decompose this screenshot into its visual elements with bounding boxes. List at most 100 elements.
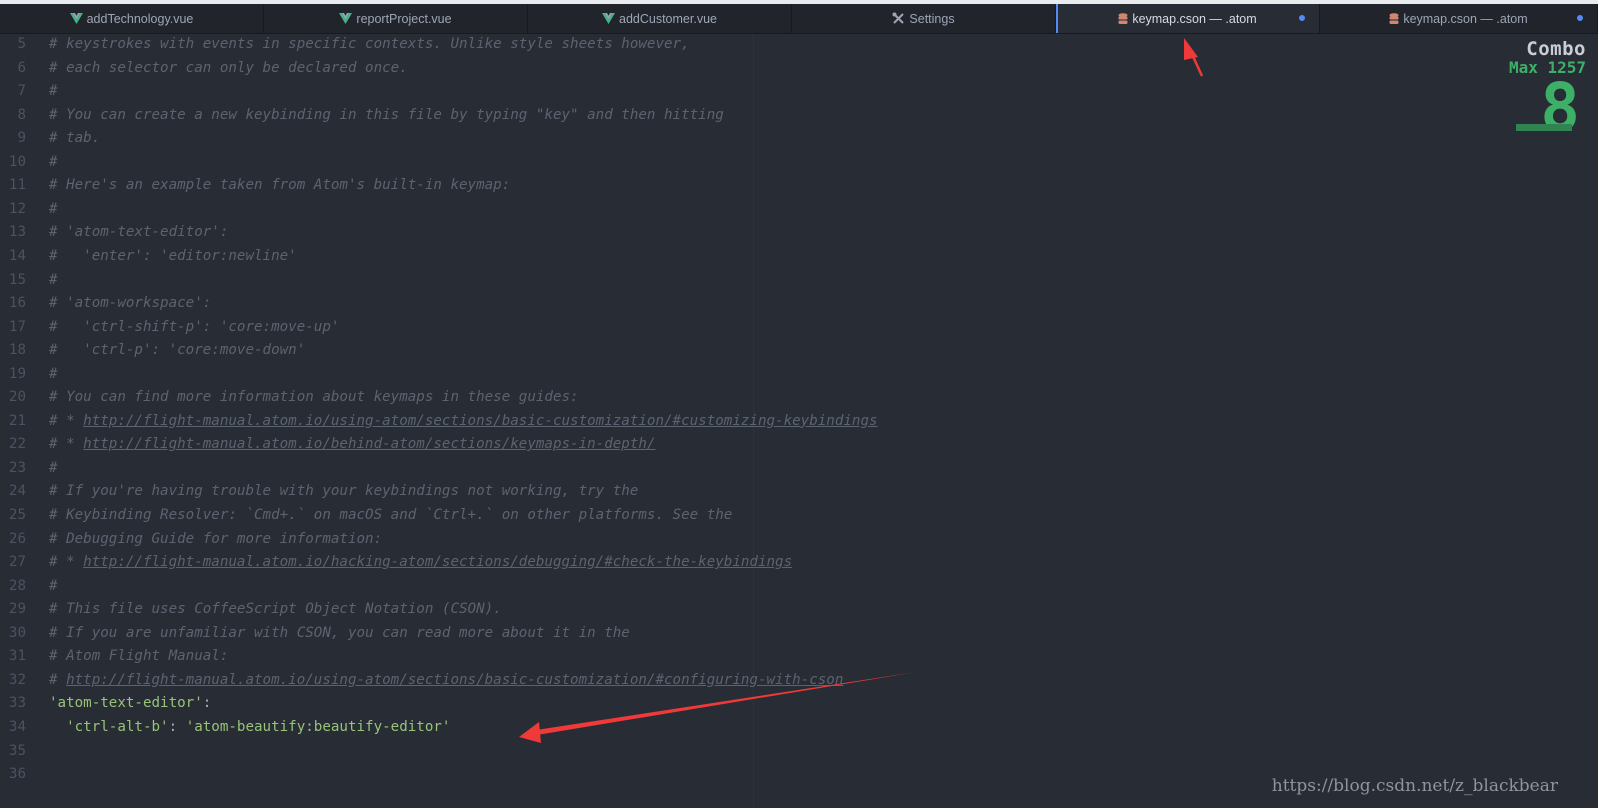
code-line: 8 # You can create a new keybinding in th… (0, 103, 1598, 127)
line-number: 22 (8, 436, 26, 453)
comment-link[interactable]: http://flight-manual.atom.io/using-atom/… (83, 413, 877, 429)
line-content: # Debugging Guide for more information: (49, 527, 382, 551)
comment-link[interactable]: http://flight-manual.atom.io/behind-atom… (83, 436, 655, 452)
line-number: 33 (8, 695, 26, 712)
modified-indicator[interactable] (1577, 15, 1583, 21)
line-number: 20 (8, 389, 26, 406)
line-number: 27 (8, 554, 26, 571)
line-number: 13 (8, 224, 26, 241)
string-token: 'ctrl-alt-b' (66, 718, 169, 735)
line-content: # (49, 150, 58, 174)
line-content: # 'ctrl-p': 'core:move-down' (49, 338, 305, 362)
tab-label: addTechnology.vue (86, 11, 194, 26)
code-line: 20 # You can find more information about … (0, 385, 1598, 409)
code-line: 10 # (0, 150, 1598, 174)
line-number: 18 (8, 342, 26, 359)
comment-link[interactable]: http://flight-manual.atom.io/using-atom/… (66, 672, 843, 688)
modified-indicator[interactable] (1299, 15, 1305, 21)
code-line: 34 'ctrl-alt-b': 'atom-beautify:beautify… (0, 715, 1598, 739)
line-number: 9 (17, 130, 26, 147)
tools-icon (892, 12, 905, 25)
comment-link-wrap: http://flight-manual.atom.io/using-atom/… (83, 413, 877, 429)
line-content: # each selector can only be declared onc… (49, 56, 408, 80)
string-token: 'atom-beautify:beautify-editor' (185, 718, 451, 735)
line-content: # keystrokes with events in specific con… (49, 32, 690, 56)
tab-label: reportProject.vue (356, 11, 452, 26)
comment-text: # 'atom-workspace': (49, 295, 212, 312)
line-content: 'atom-text-editor': (49, 691, 211, 715)
line-number: 5 (17, 36, 26, 52)
line-number: 31 (8, 648, 26, 665)
comment-text: # (49, 153, 58, 170)
comment-text: # each selector can only be declared onc… (49, 59, 408, 76)
punctuation-token: : (168, 718, 186, 735)
line-number: 36 (8, 766, 26, 783)
line-content: # tab. (49, 126, 100, 150)
code-line: 30 # If you are unfamiliar with CSON, you… (0, 621, 1598, 645)
comment-text: # 'atom-text-editor': (49, 224, 229, 241)
comment-text: # keystrokes with events in specific con… (49, 36, 690, 52)
line-number: 19 (8, 365, 26, 382)
comment-text: # 'ctrl-shift-p': 'core:move-up' (49, 318, 340, 335)
tab-5[interactable]: keymap.cson — .atom (1056, 4, 1320, 33)
code-line: 27 # * http://flight-manual.atom.io/hacki… (0, 550, 1598, 574)
code-line: 11 # Here's an example taken from Atom's … (0, 173, 1598, 197)
code-line: 18 # 'ctrl-p': 'core:move-down' (0, 338, 1598, 362)
comment-text: # Keybinding Resolver: `Cmd+.` on macOS … (49, 507, 733, 523)
combo-title: Combo (1526, 38, 1586, 60)
line-number: 10 (8, 153, 26, 170)
watermark: https://blog.csdn.net/z_blackbear (1271, 776, 1558, 796)
text-editor[interactable]: 5 # keystrokes with events in specific co… (0, 34, 1598, 808)
line-content: # * http://flight-manual.atom.io/behind-… (49, 432, 655, 456)
tab-4[interactable]: Settings (792, 4, 1056, 33)
line-number: 21 (8, 412, 26, 429)
code-line: 13 # 'atom-text-editor': (0, 220, 1598, 244)
comment-text: # You can find more information about ke… (49, 389, 579, 406)
vue-icon (339, 13, 353, 24)
code-line: 31 # Atom Flight Manual: (0, 644, 1598, 668)
database-icon (1118, 12, 1128, 25)
tab-1[interactable]: addTechnology.vue (0, 4, 264, 33)
combo-timer-bar (1516, 124, 1572, 131)
code-line: 25 # Keybinding Resolver: `Cmd+.` on macO… (0, 503, 1598, 527)
code-line: 12 # (0, 197, 1598, 221)
comment-text: # (49, 200, 58, 217)
code-line: 29 # This file uses CoffeeScript Object N… (0, 597, 1598, 621)
line-number: 32 (8, 671, 26, 688)
comment-text: # Debugging Guide for more information: (49, 530, 383, 547)
comment-text: # If you are unfamiliar with CSON, you c… (49, 624, 630, 641)
line-number: 15 (8, 271, 26, 288)
tab-3[interactable]: addCustomer.vue (528, 4, 792, 33)
line-number: 24 (8, 483, 26, 500)
tab-label: keymap.cson — .atom (1403, 11, 1528, 26)
line-number: 26 (8, 530, 26, 547)
code-line: 24 # If you're having trouble with your k… (0, 479, 1598, 503)
comment-link[interactable]: http://flight-manual.atom.io/hacking-ato… (83, 554, 792, 570)
tab-label: keymap.cson — .atom (1132, 11, 1257, 26)
code-line: 32 # http://flight-manual.atom.io/using-a… (0, 668, 1598, 692)
line-number: 16 (8, 295, 26, 312)
line-number: 30 (8, 624, 26, 641)
vue-icon (602, 13, 615, 24)
line-content: # * http://flight-manual.atom.io/using-a… (49, 409, 878, 433)
code-line: 15 # (0, 268, 1598, 292)
comment-text: # (49, 83, 58, 100)
comment-text: # (49, 459, 58, 476)
comment-text: # * (49, 436, 84, 453)
tab-6[interactable]: keymap.cson — .atom (1320, 4, 1598, 33)
punctuation-token: : (202, 695, 212, 712)
line-content: # If you are unfamiliar with CSON, you c… (49, 621, 630, 645)
line-number: 23 (8, 459, 26, 476)
line-number: 17 (8, 318, 26, 335)
line-number: 28 (8, 577, 26, 594)
line-content: # (49, 574, 58, 598)
line-content: # (49, 268, 58, 292)
line-content: # You can create a new keybinding in thi… (49, 103, 724, 127)
tab-2[interactable]: reportProject.vue (264, 4, 528, 33)
line-content: # This file uses CoffeeScript Object Not… (49, 597, 502, 621)
code-line: 21 # * http://flight-manual.atom.io/using… (0, 409, 1598, 433)
line-number: 7 (17, 83, 26, 100)
line-number: 11 (8, 177, 26, 194)
vue-icon (69, 13, 83, 24)
line-content: # 'ctrl-shift-p': 'core:move-up' (49, 315, 339, 339)
